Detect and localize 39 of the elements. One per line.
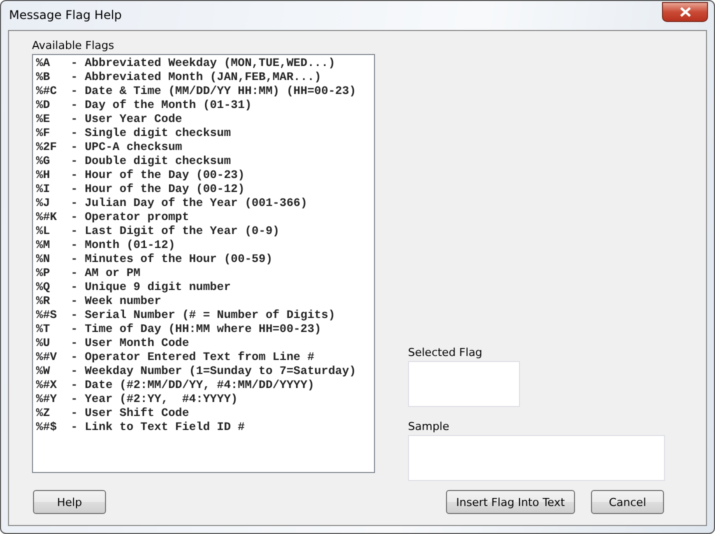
flag-item[interactable]: %2F - UPC-A checksum — [36, 141, 374, 155]
flag-item[interactable]: %#$ - Link to Text Field ID # — [36, 421, 374, 435]
flag-item[interactable]: %#X - Date (#2:MM/DD/YY, #4:MM/DD/YYYY) — [36, 379, 374, 393]
cancel-button[interactable]: Cancel — [591, 490, 664, 514]
flag-item[interactable]: %P - AM or PM — [36, 267, 374, 281]
list-label: Available Flags — [32, 39, 116, 52]
help-button[interactable]: Help — [33, 490, 106, 514]
flag-item[interactable]: %Q - Unique 9 digit number — [36, 281, 374, 295]
flag-item[interactable]: %J - Julian Day of the Year (001-366) — [36, 197, 374, 211]
field-label: Sample — [408, 420, 450, 433]
window-title: Message Flag Help — [9, 8, 123, 22]
flag-item[interactable]: %#Y - Year (#2:YY, #4:YYYY) — [36, 393, 374, 407]
flag-item[interactable]: %#V - Operator Entered Text from Line # — [36, 351, 374, 365]
flag-item[interactable]: %U - User Month Code — [36, 337, 374, 351]
flag-item[interactable]: %G - Double digit checksum — [36, 155, 374, 169]
flag-item[interactable]: %I - Hour of the Day (00-12) — [36, 183, 374, 197]
flags-list[interactable] — [32, 54, 375, 473]
close-icon — [680, 7, 690, 17]
flag-item[interactable]: %W - Weekday Number (1=Sunday to 7=Saturday) — [36, 365, 374, 379]
flag-item[interactable]: %H - Hour of the Day (00-23) — [36, 169, 374, 183]
flag-item[interactable]: %R - Week number — [36, 295, 374, 309]
selected-flag-field[interactable] — [408, 361, 520, 407]
flag-item[interactable]: %F - Single digit checksum — [36, 127, 374, 141]
flag-item[interactable]: %#S - Serial Number (# = Number of Digits) — [36, 309, 374, 323]
flag-item[interactable]: %N - Minutes of the Hour (00-59) — [36, 253, 374, 267]
flag-item[interactable]: %#C - Date & Time (MM/DD/YY HH:MM) (HH=00-23) — [36, 85, 374, 99]
flag-item[interactable]: %D - Day of the Month (01-31) — [36, 99, 374, 113]
close-button[interactable] — [662, 2, 708, 22]
flag-item[interactable]: %#K - Operator prompt — [36, 211, 374, 225]
insert-flag-button[interactable]: Insert Flag Into Text — [446, 490, 575, 514]
flag-item[interactable]: %A - Abbreviated Weekday (MON,TUE,WED...) — [36, 57, 374, 71]
flag-item[interactable]: %T - Time of Day (HH:MM where HH=00-23) — [36, 323, 374, 337]
sample-field[interactable] — [408, 435, 665, 481]
flag-item[interactable]: %Z - User Shift Code — [36, 407, 374, 421]
flag-item[interactable]: %L - Last Digit of the Year (0-9) — [36, 225, 374, 239]
flag-item[interactable]: %B - Abbreviated Month (JAN,FEB,MAR...) — [36, 71, 374, 85]
field-label: Selected Flag — [408, 346, 484, 359]
flag-item[interactable]: %M - Month (01-12) — [36, 239, 374, 253]
flag-item[interactable]: %E - User Year Code — [36, 113, 374, 127]
